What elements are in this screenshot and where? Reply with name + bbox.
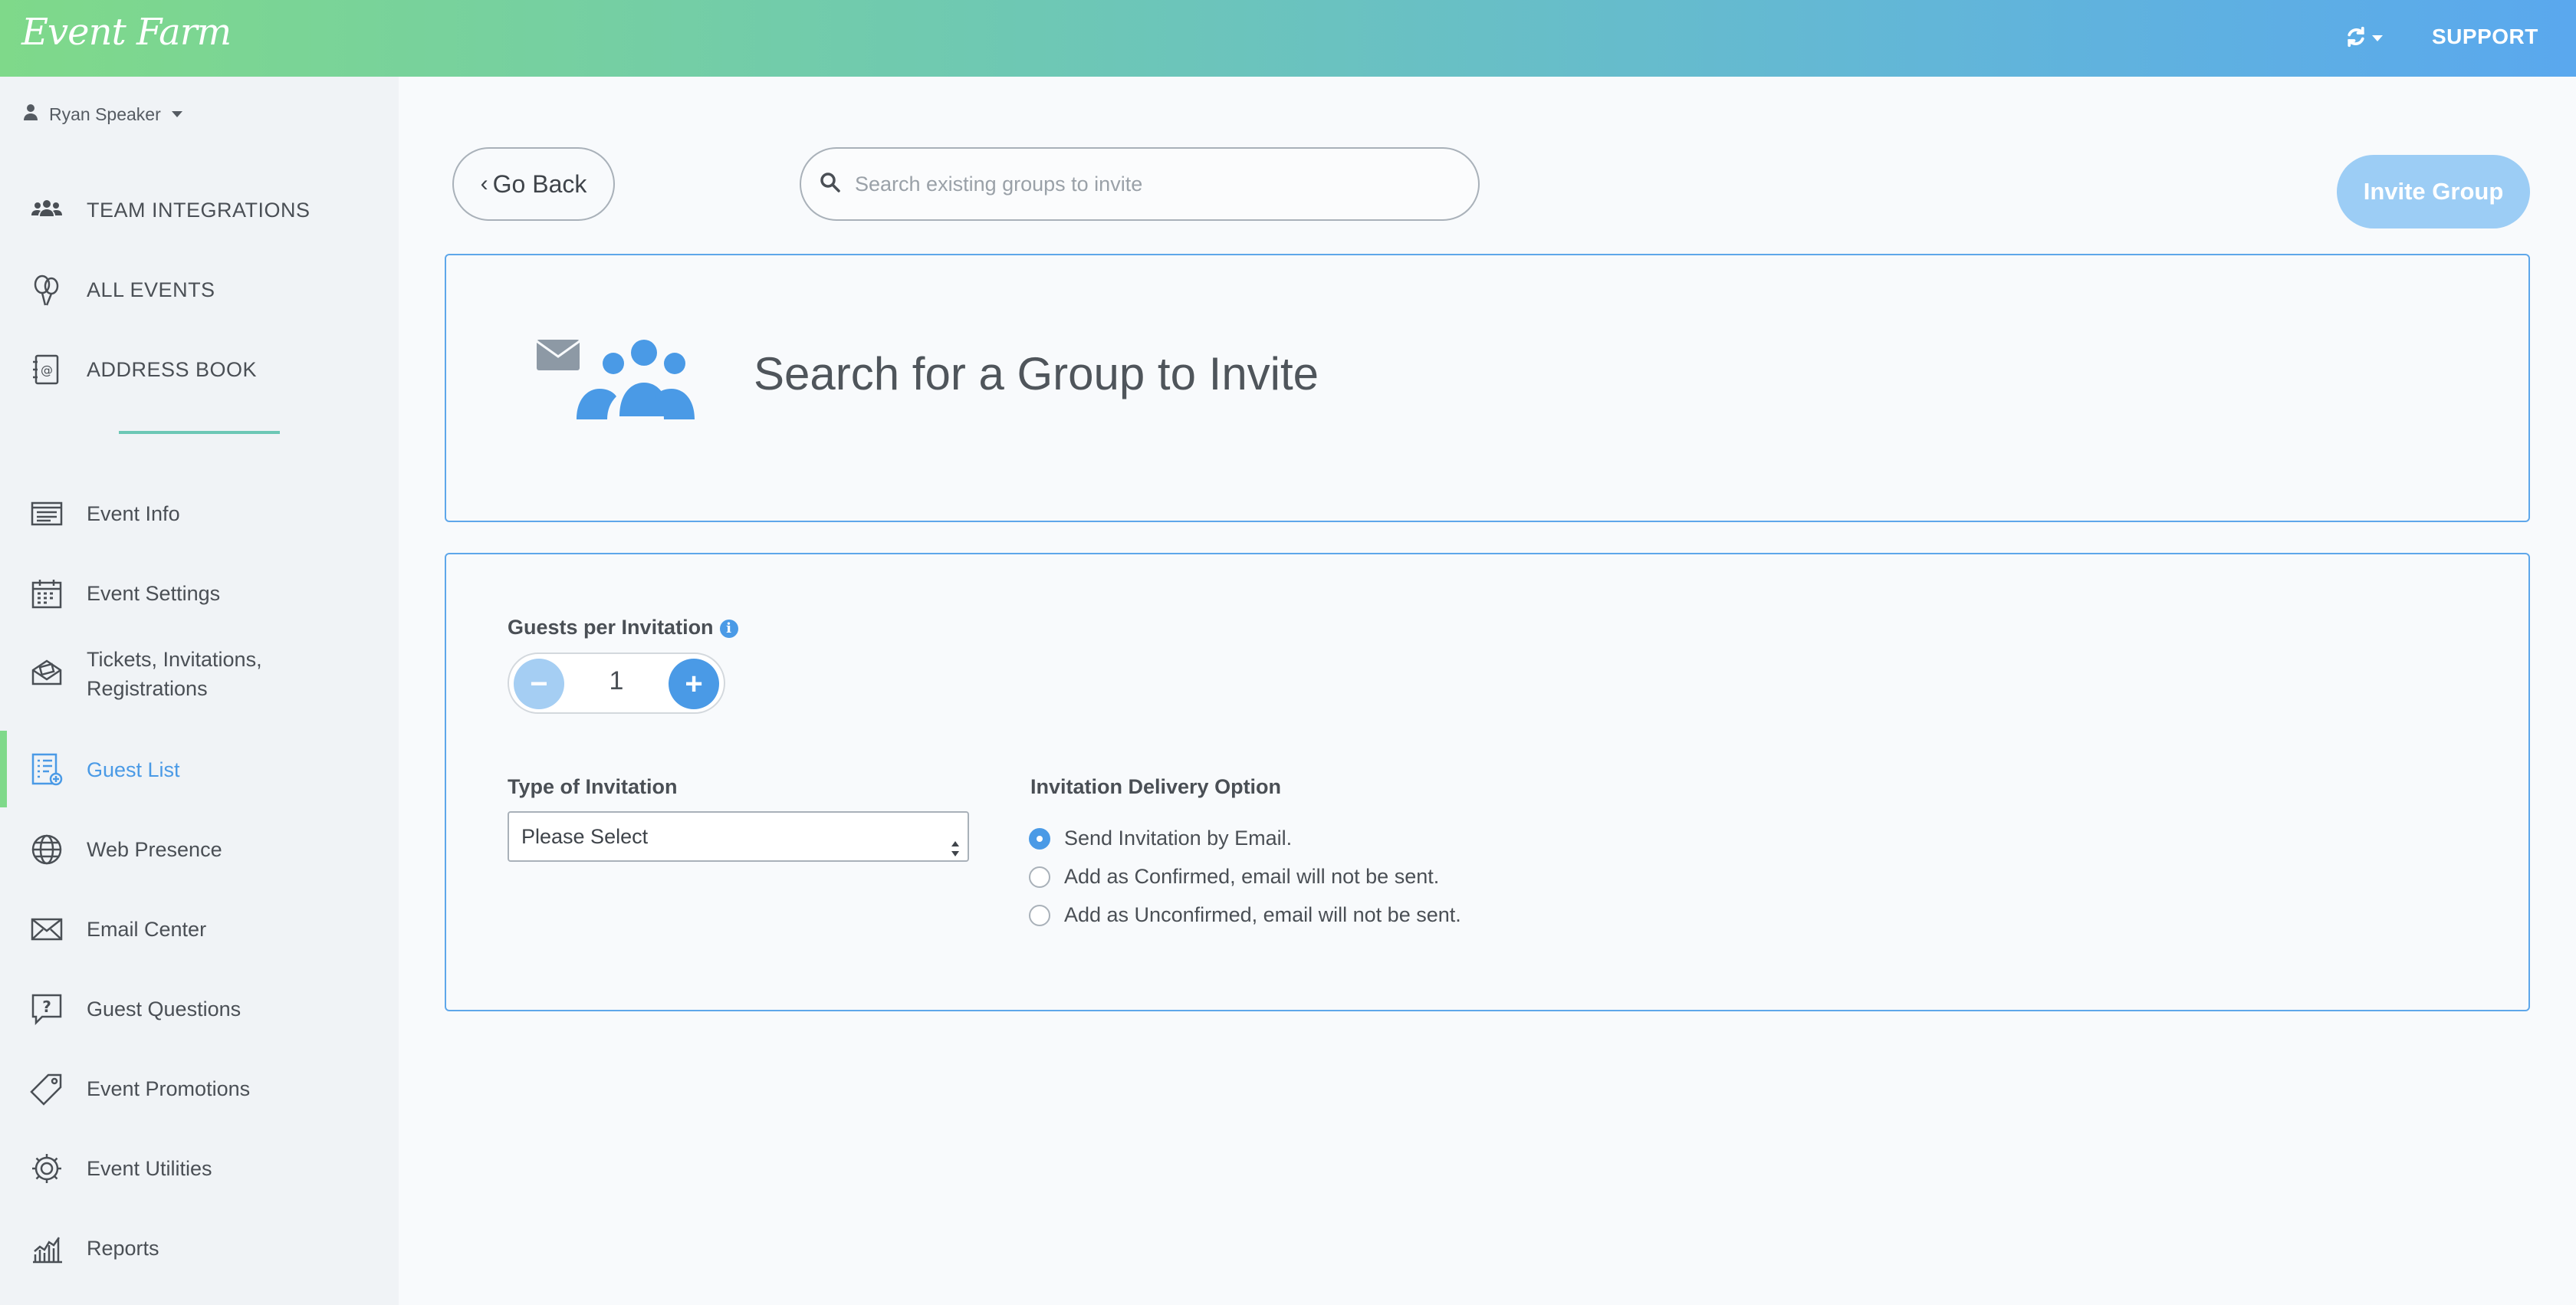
- invite-group-button[interactable]: Invite Group: [2337, 155, 2530, 228]
- sidebar-item-event-utilities[interactable]: Event Utilities: [0, 1146, 399, 1192]
- sidebar-item-guest-list[interactable]: Guest List: [0, 747, 399, 793]
- invitation-options-panel: Guests per Invitation i − 1 + Type of Inv…: [445, 553, 2530, 1011]
- radio-button[interactable]: [1029, 904, 1050, 926]
- sidebar: Ryan Speaker TEAM INTEGRATIONS ALL EVENT…: [0, 77, 399, 1305]
- select-arrows-icon: [951, 828, 960, 856]
- decrement-button[interactable]: −: [514, 659, 564, 709]
- group-invite-icon: [536, 340, 695, 424]
- radio-button[interactable]: [1029, 827, 1050, 850]
- guests-per-invitation-label: Guests per Invitation i: [508, 616, 738, 639]
- svg-text:@: @: [41, 363, 53, 377]
- sidebar-item-label: Guest List: [87, 758, 180, 781]
- sidebar-item-tickets[interactable]: Tickets, Invitations, Registrations: [0, 640, 399, 709]
- guests-value: 1: [609, 666, 624, 695]
- sidebar-divider: [119, 431, 280, 434]
- sidebar-item-event-settings[interactable]: Event Settings: [0, 570, 399, 616]
- sidebar-item-email-center[interactable]: Email Center: [0, 906, 399, 952]
- chevron-down-icon: [171, 111, 182, 117]
- sidebar-item-label: Guest Questions: [87, 998, 242, 1021]
- sidebar-item-event-info[interactable]: Event Info: [0, 491, 399, 537]
- address-book-icon: @: [29, 352, 64, 387]
- envelope-icon: [29, 912, 64, 947]
- sidebar-item-event-promotions[interactable]: Event Promotions: [0, 1066, 399, 1112]
- sidebar-item-label: ALL EVENTS: [87, 278, 215, 301]
- sidebar-item-label: ADDRESS BOOK: [87, 358, 258, 381]
- radio-button[interactable]: [1029, 866, 1050, 888]
- guest-list-icon: [29, 752, 64, 787]
- top-bar: Event Farm SUPPORT: [0, 0, 2576, 77]
- sidebar-item-label: TEAM INTEGRATIONS: [87, 199, 310, 222]
- support-link[interactable]: SUPPORT: [2432, 25, 2538, 49]
- type-of-invitation-label: Type of Invitation: [508, 775, 678, 798]
- minus-icon: −: [530, 666, 548, 701]
- sidebar-item-web-presence[interactable]: Web Presence: [0, 827, 399, 873]
- user-menu[interactable]: Ryan Speaker: [23, 103, 182, 126]
- delivery-option-email[interactable]: Send Invitation by Email.: [1029, 827, 1292, 850]
- panel-title: Search for a Group to Invite: [754, 348, 1319, 399]
- event-info-icon: [29, 496, 64, 531]
- event-farm-logo[interactable]: Event Farm: [21, 11, 232, 54]
- ticket-envelope-icon: [29, 656, 64, 691]
- sync-dropdown-button[interactable]: [2344, 23, 2387, 54]
- tag-icon: [29, 1071, 64, 1106]
- sidebar-item-guest-questions[interactable]: ? Guest Questions: [0, 986, 399, 1032]
- sidebar-item-label: Event Promotions: [87, 1077, 251, 1100]
- sidebar-item-label: Web Presence: [87, 838, 222, 861]
- group-search-field[interactable]: [800, 147, 1480, 221]
- sidebar-item-label: Email Center: [87, 918, 207, 941]
- sidebar-item-label: Event Settings: [87, 582, 221, 605]
- gear-icon: [29, 1151, 64, 1186]
- chevron-down-icon: [2372, 35, 2383, 41]
- sidebar-item-all-events[interactable]: ALL EVENTS: [0, 267, 399, 313]
- info-icon[interactable]: i: [719, 620, 738, 638]
- question-icon: ?: [29, 991, 64, 1027]
- plus-icon: +: [685, 666, 703, 701]
- svg-text:?: ?: [42, 998, 51, 1016]
- balloons-icon: [29, 272, 64, 307]
- delivery-option-label: Invitation Delivery Option: [1030, 775, 1282, 798]
- globe-icon: [29, 832, 64, 867]
- chevron-left-icon: ‹: [480, 171, 488, 196]
- search-icon: [820, 172, 853, 197]
- user-icon: [23, 103, 38, 126]
- user-name: Ryan Speaker: [49, 104, 161, 124]
- sidebar-item-reports[interactable]: Reports: [0, 1225, 399, 1271]
- sidebar-item-label: Event Info: [87, 502, 180, 525]
- delivery-option-unconfirmed[interactable]: Add as Unconfirmed, email will not be se…: [1029, 903, 1461, 927]
- sidebar-item-team-integrations[interactable]: TEAM INTEGRATIONS: [0, 187, 399, 233]
- invitation-type-select[interactable]: Please Select: [508, 811, 969, 862]
- refresh-icon: [2344, 25, 2367, 52]
- sidebar-item-address-book[interactable]: @ ADDRESS BOOK: [0, 347, 399, 393]
- go-back-button[interactable]: ‹ Go Back: [452, 147, 615, 221]
- delivery-option-confirmed[interactable]: Add as Confirmed, email will not be sent…: [1029, 865, 1439, 889]
- sidebar-item-label: Tickets, Invitations, Registrations: [87, 648, 262, 700]
- calendar-icon: [29, 576, 64, 611]
- team-icon: [29, 192, 64, 228]
- search-input[interactable]: [853, 171, 1451, 197]
- sidebar-item-label: Event Utilities: [87, 1157, 212, 1180]
- increment-button[interactable]: +: [669, 659, 719, 709]
- bar-chart-icon: [29, 1231, 64, 1266]
- sidebar-item-label: Reports: [87, 1237, 159, 1260]
- guests-stepper: − 1 +: [508, 652, 725, 714]
- search-group-panel: Search for a Group to Invite: [445, 254, 2530, 522]
